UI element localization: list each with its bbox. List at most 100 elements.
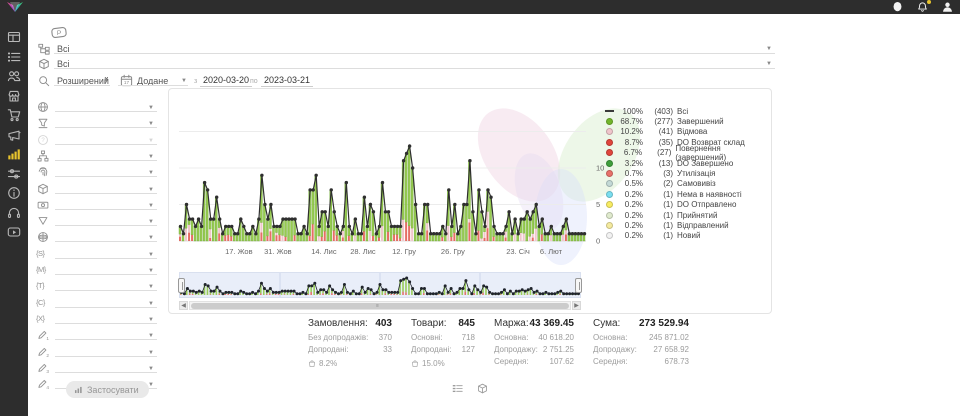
sidebar-item-shop-icon[interactable] — [7, 89, 21, 103]
legend-item[interactable]: 0.2%(1)Відправлений — [605, 220, 771, 230]
chart-navigator[interactable] — [179, 272, 581, 298]
app-logo-icon[interactable] — [5, 1, 25, 13]
list-view-icon[interactable] — [452, 383, 463, 394]
filter-select-brace-x[interactable] — [55, 312, 157, 324]
filter-select-fingerprint[interactable] — [55, 165, 157, 177]
chat-icon[interactable] — [891, 1, 904, 13]
upsell-percent: 8.2% — [308, 357, 392, 369]
chevron-down-icon: ▼ — [148, 350, 154, 356]
svg-text:26. Гру: 26. Гру — [441, 247, 465, 256]
filter-select-globe-grid[interactable] — [55, 230, 157, 242]
filter-select-brace-s[interactable] — [55, 247, 157, 259]
scroll-right-arrow[interactable]: ▶ — [572, 301, 581, 310]
legend-dot-marker — [605, 128, 614, 135]
date-field-select[interactable] — [118, 74, 188, 86]
view-toggles — [452, 383, 488, 394]
sidebar-item-clients-icon[interactable] — [7, 69, 21, 83]
svg-text:0: 0 — [596, 237, 600, 246]
chevron-down-icon: ▼ — [766, 61, 772, 67]
legend-item[interactable]: 0.2%(1)Нема в наявності — [605, 189, 771, 199]
sidebar-item-settings-icon[interactable] — [7, 167, 21, 181]
account-icon[interactable] — [941, 1, 954, 13]
legend-item[interactable]: 0.7%(3)Утилізація — [605, 168, 771, 178]
funnel-lines-icon — [37, 117, 49, 129]
sidebar-item-orders-icon[interactable] — [7, 50, 21, 64]
filter-select-globe[interactable] — [55, 100, 157, 112]
brace-c-icon: {C} — [36, 298, 45, 307]
filter-select-pencil-1[interactable] — [55, 328, 157, 340]
stat-sublabel: Допродані: — [308, 345, 349, 357]
legend-item[interactable]: 0.2%(1)Новий — [605, 231, 771, 241]
stat-subrow: Середня:678.73 — [593, 357, 689, 369]
stat-subvalue: 33 — [383, 345, 392, 357]
filter-select-package[interactable] — [55, 182, 157, 194]
notifications-bell-icon[interactable] — [916, 1, 929, 13]
date-to-input[interactable]: 2023-03-21 — [261, 75, 313, 87]
legend-percent: 0.7% — [617, 169, 643, 178]
stat-sublabel: Основна: — [494, 333, 528, 345]
chevron-down-icon: ▼ — [148, 170, 154, 176]
legend-item[interactable]: 68.7%(277)Завершений — [605, 116, 771, 126]
chevron-down-icon: ▼ — [148, 317, 154, 323]
svg-text:3: 3 — [46, 369, 49, 374]
sidebar-item-support-icon[interactable] — [7, 206, 21, 220]
filter-select-funnel-lines[interactable] — [55, 116, 157, 128]
upsell-percent: 15.0% — [411, 357, 475, 369]
stat-subvalue: 718 — [462, 333, 475, 345]
category-filter-select[interactable] — [54, 42, 775, 54]
scroll-left-arrow[interactable]: ◀ — [179, 301, 188, 310]
legend-item[interactable]: 10.2%(41)Відмова — [605, 127, 771, 137]
legend-item[interactable]: 100%(403)Всі — [605, 106, 771, 116]
filter-select-pencil-3[interactable] — [55, 361, 157, 373]
stat-subrow: Основна:245 871.02 — [593, 333, 689, 345]
sidebar-item-marketing-icon[interactable] — [7, 128, 21, 142]
legend-item[interactable]: 0.2%(1)Прийнятий — [605, 210, 771, 220]
legend-label: Відмова — [677, 127, 707, 136]
scrollbar-track[interactable]: ≡ — [189, 301, 571, 310]
sidebar-item-info-icon[interactable] — [7, 186, 21, 200]
navigator-left-handle[interactable] — [178, 278, 185, 293]
filter-select-brace-m[interactable] — [55, 263, 157, 275]
stat-title: Замовлення: — [308, 318, 368, 329]
legend-dot-marker — [605, 180, 614, 187]
sidebar-item-videos-icon[interactable] — [7, 225, 21, 239]
legend-item[interactable]: 6.7%(27)Повернення (завершений) — [605, 148, 771, 158]
product-filter-select[interactable] — [54, 57, 775, 69]
legend-percent: 3.2% — [617, 159, 643, 168]
search-icon[interactable] — [38, 75, 50, 87]
sidebar-item-dashboard-icon[interactable] — [7, 30, 21, 44]
apply-button[interactable]: Застосувати — [66, 381, 149, 398]
filter-select-brace-t[interactable] — [55, 279, 157, 291]
legend-label: Утилізація — [677, 169, 715, 178]
filter-select-hierarchy[interactable] — [55, 149, 157, 161]
stat-subrow: Допродані: 33 — [308, 345, 392, 357]
stat-subrow: Допродажу:27 658.92 — [593, 345, 689, 357]
legend-count: (277) — [647, 117, 673, 126]
navigator-right-handle[interactable] — [575, 278, 582, 293]
sidebar-item-cart-icon[interactable] — [7, 108, 21, 122]
date-from-input[interactable]: 2020-03-20 — [200, 75, 252, 87]
legend-label: DO Отправлено — [677, 200, 736, 209]
filter-select-banknote[interactable] — [55, 198, 157, 210]
date-from-label: з — [194, 78, 197, 85]
sidebar-item-analytics-icon[interactable] — [7, 147, 21, 161]
stat-column: Товари:845Основні:718Допродані:12715.0% — [411, 318, 475, 369]
package-view-icon[interactable] — [477, 383, 488, 394]
stat-subvalue: 678.73 — [665, 357, 689, 369]
svg-text:28. Лис: 28. Лис — [350, 247, 376, 256]
legend-item[interactable]: 0.5%(2)Самовивіз — [605, 179, 771, 189]
filter-select-brace-c[interactable] — [55, 296, 157, 308]
svg-text:14. Лис: 14. Лис — [311, 247, 337, 256]
filter-select-triangle-funnel[interactable] — [55, 214, 157, 226]
filter-select-pencil-2[interactable] — [55, 345, 157, 357]
pencil-3-icon: 3 — [37, 362, 49, 374]
legend-count: (403) — [647, 107, 673, 116]
scrollbar-thumb[interactable]: ≡ — [191, 303, 569, 309]
funnel-tag-icon[interactable]: Р — [50, 26, 68, 39]
notification-badge — [926, 0, 932, 5]
banknote-icon — [37, 199, 49, 211]
search-mode-select[interactable] — [54, 74, 110, 86]
legend-item[interactable]: 0.2%(1)DO Отправлено — [605, 200, 771, 210]
legend-count: (1) — [647, 211, 673, 220]
legend-count: (2) — [647, 179, 673, 188]
